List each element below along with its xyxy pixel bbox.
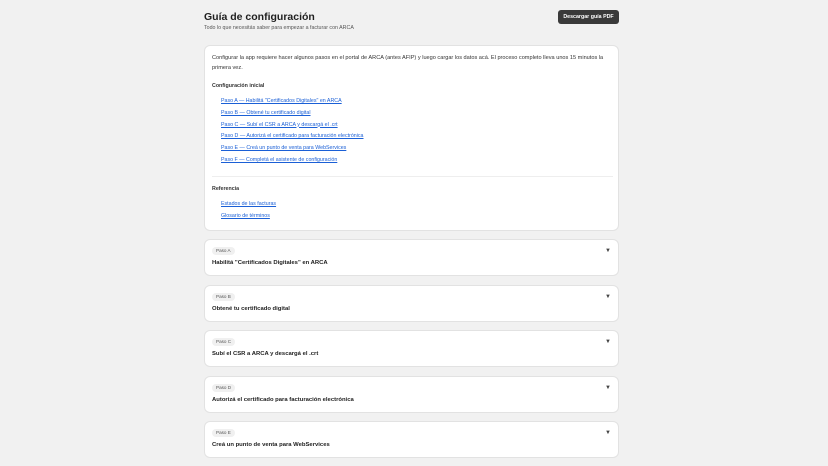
step-title: Obtené tu certificado digital: [212, 306, 290, 312]
step-title: Creá un punto de venta para WebServices: [212, 442, 330, 448]
step-badge: Paso C: [212, 338, 236, 346]
step-title: Subí el CSR a ARCA y descargá el .crt: [212, 351, 319, 357]
link-step-c[interactable]: Paso C — Subí el CSR a ARCA y descargá e…: [221, 120, 364, 132]
step-card-a[interactable]: Paso A Habilitá "Certificados Digitales"…: [204, 239, 619, 276]
link-step-f[interactable]: Paso F — Completá el asistente de config…: [221, 155, 364, 167]
step-badge: Paso A: [212, 247, 235, 255]
chevron-down-icon[interactable]: ▼: [605, 294, 611, 300]
link-step-a[interactable]: Paso A — Habilitá "Certificados Digitale…: [221, 96, 364, 108]
page-title: Guía de configuración: [204, 11, 315, 23]
divider: [212, 176, 613, 177]
intro-card: Configurar la app requiere hacer algunos…: [204, 45, 619, 231]
chevron-down-icon[interactable]: ▼: [605, 248, 611, 254]
download-pdf-button[interactable]: Descargar guía PDF: [558, 10, 619, 24]
link-invoice-states[interactable]: Estados de las facturas: [221, 199, 276, 211]
reference-heading: Referencia: [212, 186, 240, 192]
chevron-down-icon[interactable]: ▼: [605, 385, 611, 391]
link-step-e[interactable]: Paso E — Creá un punto de venta para Web…: [221, 143, 364, 155]
intro-text: Configurar la app requiere hacer algunos…: [212, 55, 604, 71]
step-card-b[interactable]: Paso B Obtené tu certificado digital ▼: [204, 285, 619, 322]
step-title: Autorizá el certificado para facturación…: [212, 397, 354, 403]
step-card-e[interactable]: Paso E Creá un punto de venta para WebSe…: [204, 421, 619, 458]
reference-links: Estados de las facturas Glosario de térm…: [221, 199, 276, 223]
step-badge: Paso B: [212, 293, 235, 301]
step-card-d[interactable]: Paso D Autorizá el certificado para fact…: [204, 376, 619, 413]
link-step-b[interactable]: Paso B — Obtené tu certificado digital: [221, 108, 364, 120]
setup-links: Paso A — Habilitá "Certificados Digitale…: [221, 96, 364, 167]
chevron-down-icon[interactable]: ▼: [605, 339, 611, 345]
step-badge: Paso E: [212, 429, 235, 437]
link-step-d[interactable]: Paso D — Autorizá el certificado para fa…: [221, 131, 364, 143]
chevron-down-icon[interactable]: ▼: [605, 430, 611, 436]
step-badge: Paso D: [212, 384, 236, 392]
page-subtitle: Todo lo que necesitás saber para empezar…: [204, 25, 354, 31]
step-title: Habilitá "Certificados Digitales" en ARC…: [212, 260, 328, 266]
link-glossary[interactable]: Glosario de términos: [221, 211, 276, 223]
step-card-c[interactable]: Paso C Subí el CSR a ARCA y descargá el …: [204, 330, 619, 367]
setup-heading: Configuración inicial: [212, 83, 265, 89]
